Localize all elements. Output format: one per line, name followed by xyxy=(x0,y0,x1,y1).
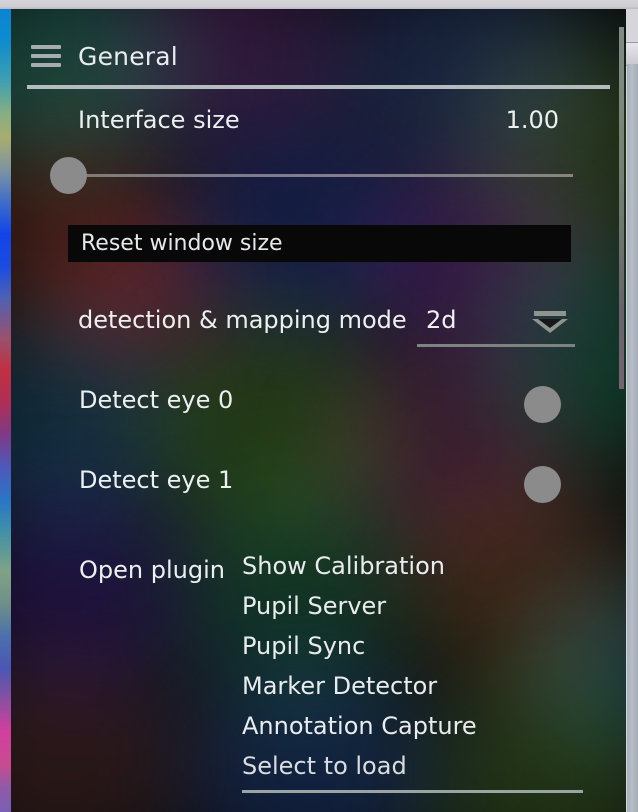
scroll-up-arrow[interactable] xyxy=(626,42,638,66)
slider-track[interactable] xyxy=(68,174,573,177)
window-scroll-gutter[interactable] xyxy=(626,9,638,812)
interface-size-row: Interface size 1.00 xyxy=(0,106,600,156)
window-titlebar-edge xyxy=(0,0,638,9)
open-plugin-label: Open plugin xyxy=(79,556,225,584)
plugin-list-item[interactable]: Annotation Capture xyxy=(242,706,582,746)
plugin-list-item[interactable]: Show Calibration xyxy=(242,546,582,586)
interface-size-label: Interface size xyxy=(78,106,240,134)
window-scroll-thumb[interactable] xyxy=(627,64,638,812)
detect-eye-1-row: Detect eye 1 xyxy=(0,466,600,512)
detection-mapping-mode-select[interactable]: 2d xyxy=(417,304,575,350)
detect-eye-0-toggle[interactable] xyxy=(524,386,561,423)
header-divider xyxy=(27,85,610,89)
dropdown-underline xyxy=(417,344,575,347)
reset-window-size-label: Reset window size xyxy=(81,231,283,256)
general-settings-panel: General Interface size 1.00 Reset window… xyxy=(0,9,626,812)
open-plugin-list: Show Calibration Pupil Server Pupil Sync… xyxy=(242,546,583,793)
plugin-list-item[interactable]: Pupil Server xyxy=(242,586,582,626)
pupil-capture-window: General Interface size 1.00 Reset window… xyxy=(0,0,638,812)
chevron-down-icon[interactable] xyxy=(530,311,568,341)
slider-knob[interactable] xyxy=(50,157,87,194)
plugin-list-item[interactable]: Marker Detector xyxy=(242,666,582,706)
plugin-select-to-load[interactable]: Select to load xyxy=(242,746,582,786)
plugin-list-item[interactable]: Pupil Sync xyxy=(242,626,582,666)
page-title: General xyxy=(78,41,178,71)
detect-eye-0-row: Detect eye 0 xyxy=(0,386,600,432)
hamburger-menu-icon[interactable] xyxy=(31,45,61,67)
detection-mapping-mode-row: detection & mapping mode 2d xyxy=(0,306,600,356)
panel-header: General xyxy=(0,31,600,81)
plugin-list-underline xyxy=(242,790,583,793)
detect-eye-1-toggle[interactable] xyxy=(524,466,561,503)
detect-eye-0-label: Detect eye 0 xyxy=(79,386,234,414)
detect-eye-1-label: Detect eye 1 xyxy=(79,466,234,494)
interface-size-slider[interactable] xyxy=(48,155,576,197)
interface-size-value: 1.00 xyxy=(505,106,559,134)
panel-scrollbar[interactable] xyxy=(619,27,624,389)
reset-window-size-button[interactable]: Reset window size xyxy=(68,225,571,262)
detection-mapping-mode-value: 2d xyxy=(426,306,457,334)
detection-mapping-mode-label: detection & mapping mode xyxy=(78,306,407,334)
